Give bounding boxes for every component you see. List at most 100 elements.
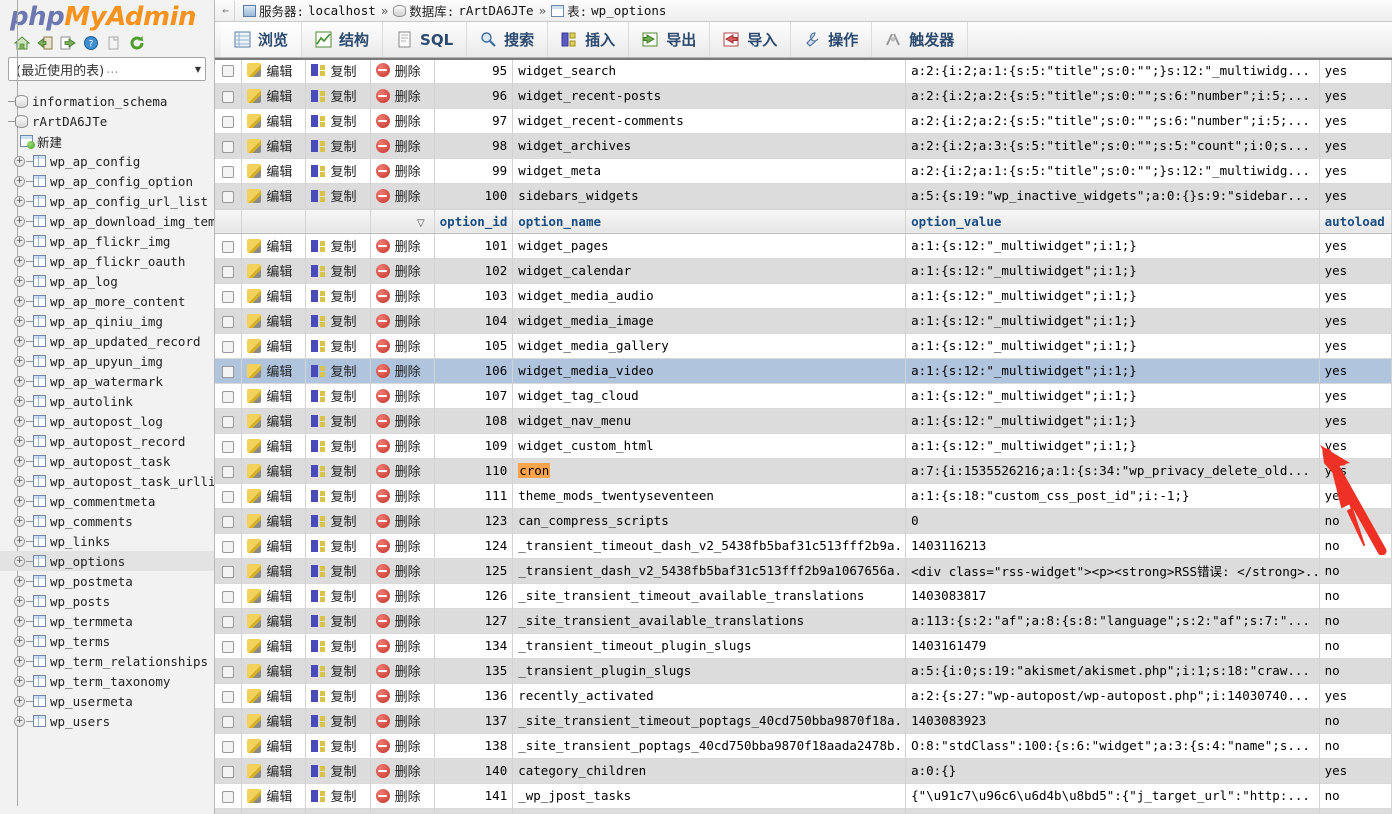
edit-cell[interactable]: 编辑: [241, 58, 307, 83]
delete-link[interactable]: 删除: [395, 111, 421, 130]
row-select-cell[interactable]: [215, 433, 243, 458]
row-checkbox[interactable]: [222, 315, 235, 328]
copy-cell[interactable]: 复制: [305, 658, 371, 683]
sidebar-table-wp_termmeta[interactable]: + wp_termmeta: [0, 611, 214, 631]
sidebar-database-information_schema[interactable]: information_schema: [0, 91, 214, 111]
table-row[interactable]: 编辑 复制 删除 95 widget_search a:2:{i:2;a:1:{s:5:"…: [215, 58, 1392, 83]
row-checkbox[interactable]: [222, 240, 235, 253]
row-checkbox[interactable]: [222, 765, 235, 778]
row-checkbox[interactable]: [222, 190, 235, 203]
delete-cell[interactable]: 删除: [370, 183, 435, 208]
cell-option-value[interactable]: a:1:{s:12:"_multiwidget";i:1;}: [905, 408, 1320, 433]
cell-option-value[interactable]: a:1:{s:18:"custom_css_post_id";i:-1;}: [905, 483, 1320, 508]
cell-autoload[interactable]: no: [1319, 658, 1392, 683]
cell-option-id[interactable]: 124: [434, 533, 514, 558]
sidebar-table-wp_term_relationships[interactable]: + wp_term_relationships: [0, 651, 214, 671]
copy-cell[interactable]: 复制: [305, 83, 371, 108]
cell-option-name[interactable]: _site_transient_available_translations: [512, 608, 907, 633]
select-all-header[interactable]: [215, 208, 243, 234]
delete-cell[interactable]: 删除: [370, 83, 435, 108]
cell-option-name[interactable]: widget_recent-comments: [512, 108, 907, 133]
expand-node-icon[interactable]: +: [14, 255, 25, 267]
breadcrumb-table-value[interactable]: wp_options: [591, 3, 666, 18]
expand-node-icon[interactable]: +: [14, 235, 25, 247]
cell-option-name[interactable]: _site_transient_poptags_40cd750bba9870f1…: [512, 733, 907, 758]
copy-link[interactable]: 复制: [330, 311, 356, 330]
copy-link[interactable]: 复制: [330, 336, 356, 355]
delete-cell[interactable]: 删除: [370, 408, 435, 433]
row-select-cell[interactable]: [215, 283, 243, 308]
cell-option-value[interactable]: a:1:{s:12:"_multiwidget";i:1;}: [905, 433, 1320, 458]
cell-option-id[interactable]: 95: [434, 58, 514, 83]
sidebar-table-wp_usermeta[interactable]: + wp_usermeta: [0, 691, 214, 711]
row-checkbox[interactable]: [222, 340, 235, 353]
row-checkbox[interactable]: [222, 440, 235, 453]
copy-cell[interactable]: 复制: [305, 758, 371, 783]
cell-option-name[interactable]: widget_recent-posts: [512, 83, 907, 108]
edit-cell[interactable]: 编辑: [241, 333, 307, 358]
sidebar-table-wp_autopost_log[interactable]: + wp_autopost_log: [0, 411, 214, 431]
table-row[interactable]: 编辑 复制 删除 97 widget_recent-comments a:2:{i:2;a…: [215, 108, 1392, 133]
row-select-cell[interactable]: [215, 608, 243, 633]
edit-cell[interactable]: 编辑: [241, 558, 307, 583]
sidebar-table-wp_term_taxonomy[interactable]: + wp_term_taxonomy: [0, 671, 214, 691]
copy-cell[interactable]: 复制: [305, 808, 371, 814]
cell-option-value[interactable]: a:1:{s:12:"_multiwidget";i:1;}: [905, 283, 1320, 308]
expand-node-icon[interactable]: +: [14, 355, 25, 367]
cell-autoload[interactable]: yes: [1319, 808, 1392, 814]
cell-option-name[interactable]: theme_mods_twentyseventeen: [512, 483, 907, 508]
cell-option-id[interactable]: 126: [434, 583, 514, 608]
table-row[interactable]: 编辑 复制 删除 98 widget_archives a:2:{i:2;a:3:{s:5…: [215, 133, 1392, 158]
tab-insert[interactable]: 插入: [548, 22, 630, 57]
cell-option-value[interactable]: {"\u91c7\u96c6\u6d4b\u8bd5":{"j_target_u…: [905, 783, 1320, 808]
edit-link[interactable]: 编辑: [266, 286, 292, 305]
sidebar-table-wp_ap_upyun_img[interactable]: + wp_ap_upyun_img: [0, 351, 214, 371]
row-select-cell[interactable]: [215, 133, 243, 158]
row-select-cell[interactable]: [215, 533, 243, 558]
cell-autoload[interactable]: yes: [1319, 83, 1392, 108]
edit-cell[interactable]: 编辑: [241, 808, 307, 814]
edit-link[interactable]: 编辑: [266, 786, 292, 805]
sidebar-table-wp_ap_log[interactable]: + wp_ap_log: [0, 271, 214, 291]
row-checkbox[interactable]: [222, 415, 235, 428]
delete-link[interactable]: 删除: [395, 311, 421, 330]
cell-option-value[interactable]: O:8:"stdClass":100:{s:6:"widget";a:3:{s:…: [905, 733, 1320, 758]
cell-option-id[interactable]: 97: [434, 108, 514, 133]
edit-link[interactable]: 编辑: [266, 736, 292, 755]
cell-option-id[interactable]: 135: [434, 658, 514, 683]
delete-link[interactable]: 删除: [395, 636, 421, 655]
row-select-cell[interactable]: [215, 458, 243, 483]
table-row[interactable]: 编辑 复制 删除 136 recently_activated a:2:{s:27:"wp…: [215, 683, 1392, 708]
delete-link[interactable]: 删除: [395, 786, 421, 805]
copy-link[interactable]: 复制: [330, 786, 356, 805]
sidebar-table-wp_ap_qiniu_img[interactable]: + wp_ap_qiniu_img: [0, 311, 214, 331]
cell-option-value[interactable]: <div class="rss-widget"><p><strong>RSS错误…: [905, 558, 1320, 583]
cell-autoload[interactable]: no: [1319, 633, 1392, 658]
delete-link[interactable]: 删除: [395, 661, 421, 680]
cell-autoload[interactable]: no: [1319, 508, 1392, 533]
delete-cell[interactable]: 删除: [370, 133, 435, 158]
copy-cell[interactable]: 复制: [305, 533, 371, 558]
cell-option-value[interactable]: a:7:{i:1535526216;a:1:{s:34:"wp_privacy_…: [905, 458, 1320, 483]
delete-cell[interactable]: 删除: [370, 233, 435, 258]
edit-link[interactable]: 编辑: [266, 511, 292, 530]
edit-link[interactable]: 编辑: [266, 361, 292, 380]
breadcrumb-database-value[interactable]: rArtDA6JTe: [458, 3, 533, 18]
edit-cell[interactable]: 编辑: [241, 508, 307, 533]
edit-link[interactable]: 编辑: [266, 111, 292, 130]
delete-cell[interactable]: 删除: [370, 558, 435, 583]
cell-option-name[interactable]: widget_media_video: [512, 358, 907, 383]
delete-cell[interactable]: 删除: [370, 783, 435, 808]
cell-autoload[interactable]: yes: [1319, 408, 1392, 433]
cell-autoload[interactable]: yes: [1319, 133, 1392, 158]
sidebar-table-wp_ap_download_img_temp[interactable]: + wp_ap_download_img_temp: [0, 211, 214, 231]
edit-link[interactable]: 编辑: [266, 586, 292, 605]
sidebar-table-wp_users[interactable]: + wp_users: [0, 711, 214, 731]
table-row[interactable]: 编辑 复制 删除 103 widget_media_audio a:1:{s:12:"_m…: [215, 283, 1392, 308]
edit-cell[interactable]: 编辑: [241, 458, 307, 483]
row-checkbox[interactable]: [222, 290, 235, 303]
row-select-cell[interactable]: [215, 183, 243, 208]
row-select-cell[interactable]: [215, 508, 243, 533]
table-row[interactable]: 编辑 复制 删除 135 _transient_plugin_slugs a:5:{i:0…: [215, 658, 1392, 683]
expand-node-icon[interactable]: +: [14, 415, 25, 427]
